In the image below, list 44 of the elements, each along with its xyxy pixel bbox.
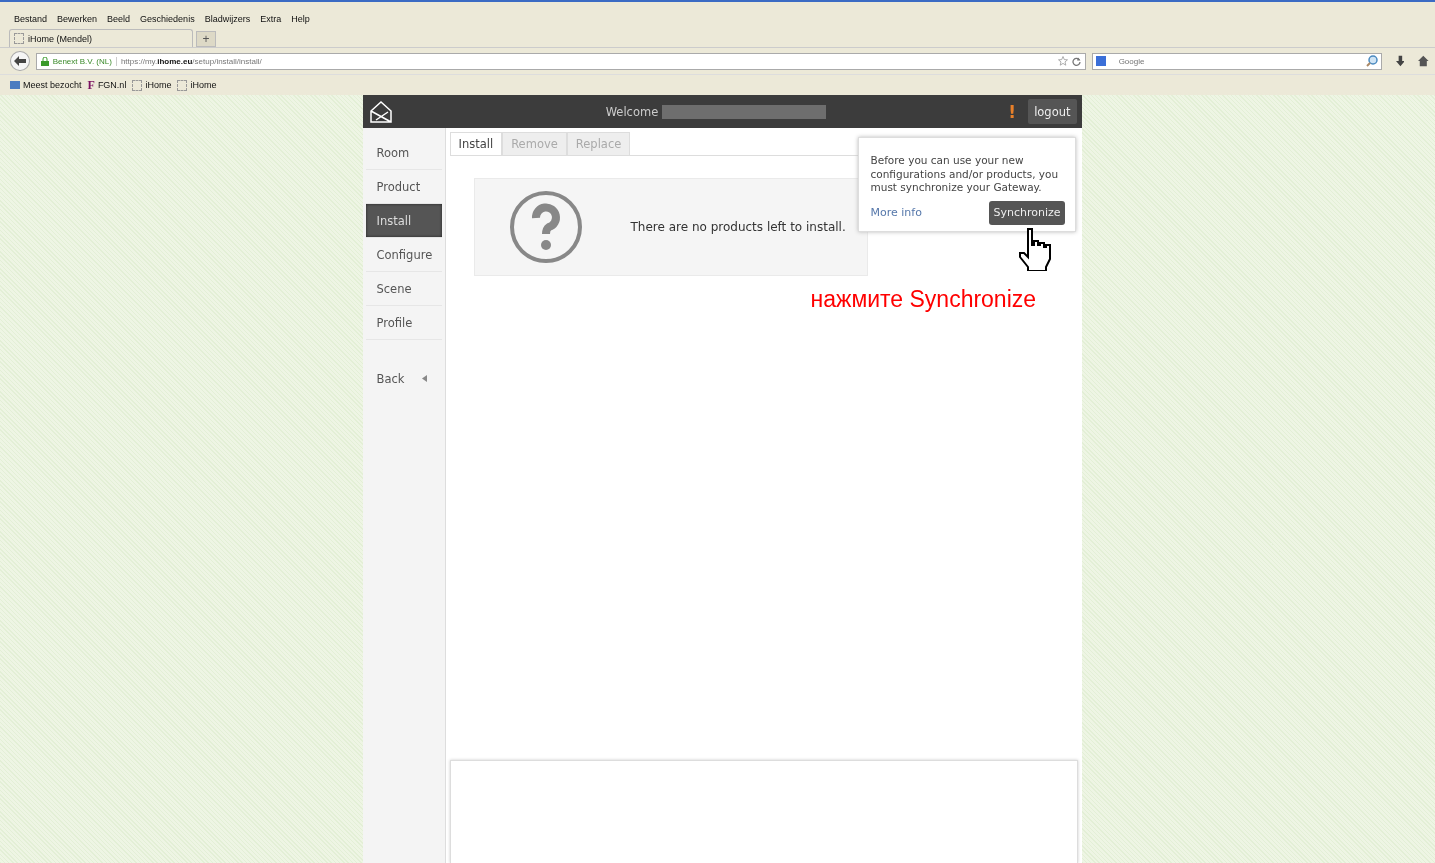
sidebar-item[interactable]: Profile	[365, 306, 442, 340]
question-icon	[508, 190, 583, 264]
reload-icon[interactable]	[1071, 56, 1081, 66]
popover-text: Before you can use your new configurations and/or products, you must synchronize your Gateway.	[870, 154, 1060, 195]
search-icon[interactable]	[1365, 54, 1378, 67]
bookmark[interactable]: Meest bezocht	[10, 80, 82, 90]
new-tab-button[interactable]: +	[196, 31, 216, 47]
house-logo-icon	[367, 99, 394, 124]
bookmark[interactable]: iHome	[177, 79, 217, 91]
tab[interactable]: Install	[449, 132, 503, 155]
sidebar-item[interactable]: Room	[365, 136, 442, 170]
bookmark[interactable]: F FGN.nl	[87, 77, 127, 93]
menu-item[interactable]: Help	[291, 14, 310, 24]
logout-button[interactable]: logout	[1028, 99, 1077, 124]
home-icon[interactable]	[1418, 55, 1429, 67]
back-arrow-icon	[12, 55, 27, 67]
more-info-link[interactable]: More info	[870, 206, 922, 219]
menu-item[interactable]: Geschiedenis	[140, 14, 195, 24]
synchronize-button[interactable]: Synchronize	[989, 200, 1065, 225]
caret-icon	[422, 375, 428, 382]
browser-tab[interactable]: iHome (Mendel)	[9, 29, 193, 47]
url-text: https://my.ihome.eu/setup/install/install/	[115, 56, 262, 66]
back-link[interactable]: Back	[365, 362, 442, 395]
sidebar-item[interactable]: Scene	[365, 272, 442, 306]
sidebar-item[interactable]: Install	[365, 204, 442, 238]
empty-message: There are no products left to install.	[630, 220, 846, 234]
lock-icon	[40, 56, 49, 66]
back-button[interactable]	[10, 51, 30, 71]
menu-item[interactable]: Beeld	[107, 14, 131, 24]
star-icon[interactable]	[1057, 56, 1068, 66]
address-bar[interactable]: Benext B.V. (NL) https://my.ihome.eu/setup/install/install/	[35, 52, 1086, 70]
menu-item[interactable]: Bladwijzers	[204, 14, 251, 24]
menu-item[interactable]: Bewerken	[57, 14, 98, 24]
welcome-text: Welcome	[605, 104, 659, 119]
download-icon[interactable]	[1395, 55, 1405, 67]
search-engine-icon	[1095, 55, 1106, 66]
alert-mark[interactable]: !	[1008, 101, 1017, 122]
menu-item[interactable]: Extra	[260, 14, 282, 24]
search-field[interactable]: Google	[1091, 52, 1382, 70]
site-identity: Benext B.V. (NL)	[52, 56, 112, 66]
sidebar-item[interactable]: Configure	[365, 238, 442, 272]
bookmark[interactable]: iHome	[132, 79, 172, 91]
annotation-text: нажмите Synchronize	[810, 286, 1037, 313]
menu-item[interactable]: Bestand	[14, 14, 48, 24]
